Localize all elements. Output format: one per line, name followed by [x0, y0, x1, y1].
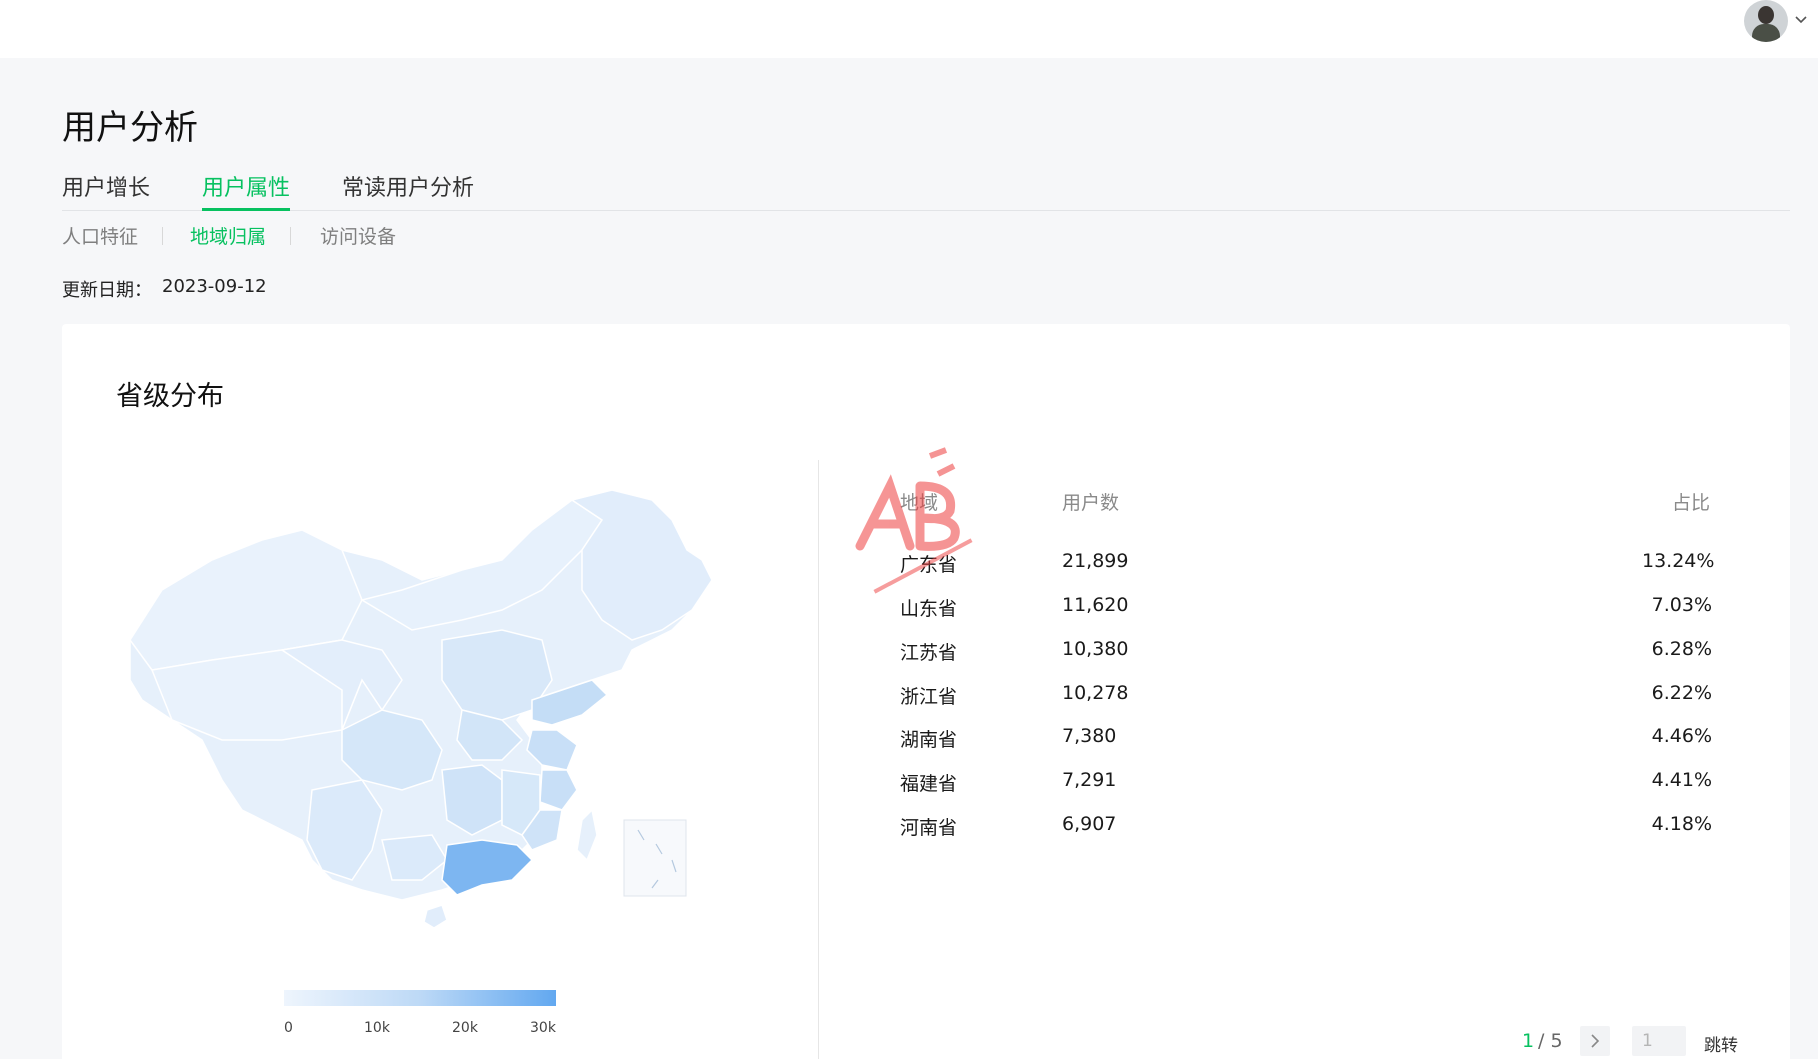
table-cell-ratio: 4.18%: [1651, 813, 1712, 835]
map-region-hainan: [423, 904, 448, 929]
table-cell-users: 7,380: [1062, 725, 1117, 747]
avatar-head: [1758, 6, 1774, 24]
table-cell-region: 福建省: [900, 773, 958, 795]
table-cell-ratio: 13.24%: [1642, 550, 1715, 572]
legend-tick: 30k: [530, 1020, 556, 1036]
update-date-value: 2023-09-12: [162, 276, 267, 297]
table-header-region: 地域: [900, 492, 939, 514]
table-cell-region: 江苏省: [900, 642, 958, 664]
map-region-taiwan: [576, 808, 598, 862]
page-title: 用户分析: [62, 108, 198, 148]
table-cell-ratio: 6.28%: [1651, 638, 1712, 660]
map-region-guangdong: [441, 839, 534, 896]
table-header-users: 用户数: [1062, 492, 1120, 514]
legend-tick: 20k: [452, 1020, 478, 1036]
chevron-right-icon: [1591, 1034, 1600, 1048]
pager-jump-button[interactable]: 跳转: [1704, 1031, 1738, 1056]
top-bar: [0, 0, 1818, 58]
main-tabs: 用户增长 用户属性 常读用户分析: [62, 170, 1790, 211]
table-cell-users: 21,899: [1062, 550, 1129, 572]
table-cell-users: 10,278: [1062, 682, 1129, 704]
table-cell-region: 湖南省: [900, 729, 958, 751]
card-divider: [818, 460, 819, 1059]
subtab-devices[interactable]: 访问设备: [320, 222, 396, 249]
subtab-separator: [290, 227, 291, 245]
legend-tick: 0: [284, 1020, 293, 1036]
card-title: 省级分布: [116, 381, 224, 412]
table-cell-ratio: 4.41%: [1651, 769, 1712, 791]
tab-frequent-readers[interactable]: 常读用户分析: [342, 170, 474, 211]
table-cell-users: 11,620: [1062, 594, 1129, 616]
table-cell-users: 10,380: [1062, 638, 1129, 660]
table-cell-ratio: 7.03%: [1651, 594, 1712, 616]
table-cell-users: 6,907: [1062, 813, 1117, 835]
avatar[interactable]: [1744, 0, 1788, 42]
map-region-zhejiang: [539, 769, 578, 811]
subtab-region[interactable]: 地域归属: [190, 222, 266, 249]
subtab-demographics[interactable]: 人口特征: [62, 222, 138, 249]
table-cell-ratio: 4.46%: [1651, 725, 1712, 747]
tab-user-growth[interactable]: 用户增长: [62, 170, 150, 211]
subtab-separator: [162, 227, 163, 245]
table-header-ratio: 占比: [1672, 492, 1711, 514]
map-legend-gradient: [284, 990, 556, 1006]
table-cell-ratio: 6.22%: [1651, 682, 1712, 704]
table-cell-region: 浙江省: [900, 686, 958, 708]
avatar-body: [1752, 24, 1780, 42]
pager-page-input[interactable]: [1632, 1026, 1686, 1056]
table-cell-users: 7,291: [1062, 769, 1117, 791]
update-date-label: 更新日期：: [62, 280, 152, 301]
table-cell-region: 山东省: [900, 598, 958, 620]
table-cell-region: 河南省: [900, 817, 958, 839]
legend-tick: 10k: [364, 1020, 390, 1036]
pager-next-button[interactable]: [1580, 1026, 1610, 1056]
china-province-map: [129, 489, 713, 929]
chevron-down-icon[interactable]: [1794, 12, 1808, 26]
table-cell-region: 广东省: [900, 554, 958, 576]
tab-user-attributes[interactable]: 用户属性: [202, 170, 291, 211]
pager-current-page: 1: [1522, 1030, 1535, 1052]
pager-total: / 5: [1538, 1030, 1563, 1052]
